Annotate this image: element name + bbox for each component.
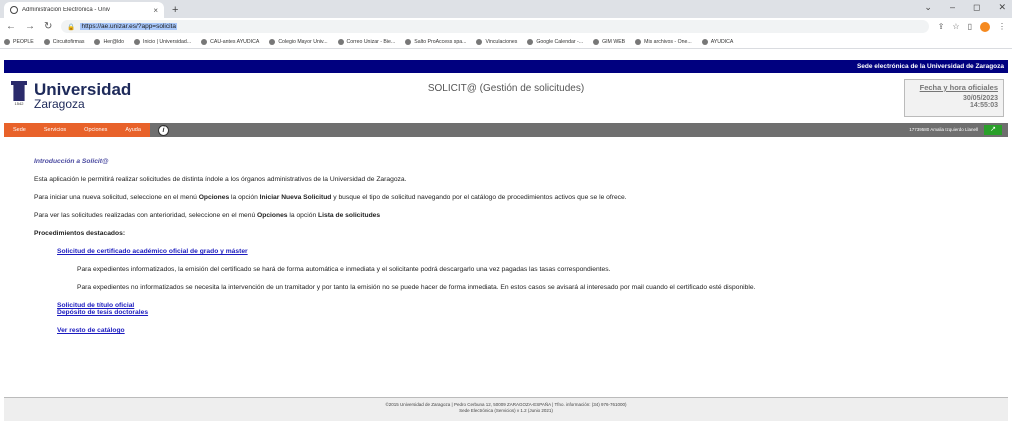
bookmarks-bar: PEOPLE Circuitofirmas Her@ldo Inicio | Univ… [0, 35, 1012, 49]
menu-ayuda[interactable]: Ayuda [116, 123, 150, 137]
app-title: SOLICIT@ (Gestión de solicitudes) [427, 83, 585, 94]
bookmark-item[interactable]: GIM WEB [593, 38, 626, 45]
site-footer: ©2015 Universidad de Zaragoza | Pedro Ce… [4, 397, 1008, 421]
bookmark-item[interactable]: Salto ProAccess spa... [405, 38, 467, 45]
date-label[interactable]: Fecha y hora oficiales [910, 83, 998, 92]
bookmark-label: Google Calendar -... [536, 38, 584, 45]
bookmark-item[interactable]: Her@ldo [94, 38, 125, 45]
forward-icon[interactable]: → [25, 21, 35, 32]
browser-tab[interactable]: Administración Electrónica - Univ × [4, 2, 164, 18]
bookmark-icon [476, 38, 483, 45]
official-date-box: Fecha y hora oficiales 30/05/2023 14:55:… [904, 79, 1004, 117]
certificate-desc-2: Para expedientes no informatizados se ne… [77, 284, 756, 291]
title-request-link[interactable]: Solicitud de título oficial [57, 302, 134, 309]
window-controls: ⌄ – ◻ ✕ [924, 2, 1006, 13]
tab-search-icon[interactable]: ⌄ [924, 2, 932, 13]
sede-banner: Sede electrónica de la Universidad de Za… [4, 60, 1008, 73]
back-icon[interactable]: ← [6, 21, 16, 32]
bookmark-item[interactable]: Circuitofirmas [43, 38, 85, 45]
bookmark-icon [94, 38, 101, 45]
logo-year: 1542 [14, 101, 24, 106]
bookmark-label: Inicio | Universidad... [143, 38, 192, 45]
bookmark-label: Correo Unizar - Bie... [346, 38, 396, 45]
certificate-desc-1: Para expedientes informatizados, la emis… [77, 266, 611, 273]
bookmark-label: AYUDICA [710, 38, 734, 45]
bookmark-item[interactable]: Vinculaciones [476, 38, 518, 45]
menu-bar: Sede Servicios Opciones Ayuda i 17739580… [4, 123, 1008, 137]
tab-close-icon[interactable]: × [153, 6, 158, 15]
site-favicon-icon [10, 6, 18, 14]
menu-opciones[interactable]: Opciones [75, 123, 117, 137]
intro-paragraph: Esta aplicación le permitirá realizar so… [34, 176, 407, 183]
maximize-icon[interactable]: ◻ [973, 2, 980, 13]
bookmark-item[interactable]: Google Calendar -... [527, 38, 584, 45]
bookmark-icon [337, 38, 344, 45]
browser-tab-strip: Administración Electrónica - Univ × + ⌄ … [0, 0, 1012, 18]
info-icon[interactable]: i [157, 124, 169, 136]
tab-title: Administración Electrónica - Univ [22, 7, 111, 13]
logo-city: Zaragoza [34, 97, 85, 111]
main-content: Introducción a Solicit@ Esta aplicación … [4, 137, 1008, 334]
site-header: 1542 Universidad Zaragoza SOLICIT@ (Gesti… [4, 73, 1008, 123]
bookmark-icon [701, 38, 708, 45]
bookmark-label: Her@ldo [103, 38, 125, 45]
bookmark-item[interactable]: Correo Unizar - Bie... [337, 38, 396, 45]
bookmark-icon [4, 38, 10, 45]
new-tab-button[interactable]: + [172, 2, 178, 18]
sidepanel-icon[interactable]: ▯ [968, 22, 972, 31]
logout-button[interactable]: ↗ [984, 125, 1002, 135]
bookmark-icon [201, 38, 208, 45]
star-icon[interactable]: ☆ [952, 22, 959, 31]
bookmark-item[interactable]: CAU-antes AYUDICA [201, 38, 260, 45]
bookmark-icon [405, 38, 412, 45]
official-date: 30/05/2023 [962, 95, 998, 102]
bookmark-item[interactable]: Colegio Mayor Univ... [269, 38, 328, 45]
minimize-icon[interactable]: – [950, 2, 955, 13]
bookmark-icon [527, 38, 534, 45]
share-icon[interactable]: ⇪ [938, 22, 945, 31]
profile-avatar[interactable] [980, 21, 990, 32]
menu-sede[interactable]: Sede [4, 123, 35, 137]
bookmark-label: Colegio Mayor Univ... [278, 38, 328, 45]
bookmark-label: Salto ProAccess spa... [414, 38, 467, 45]
bookmark-icon [43, 38, 50, 45]
certificate-link[interactable]: Solicitud de certificado académico ofici… [57, 248, 248, 255]
official-time: 14:55:03 [969, 102, 998, 109]
footer-version: Sede Electrónica (Servicios) v 1.2 (Juni… [459, 408, 553, 413]
bookmark-item[interactable]: Inicio | Universidad... [134, 38, 192, 45]
bookmark-item[interactable]: AYUDICA [701, 38, 734, 45]
bookmark-label: CAU-antes AYUDICA [210, 38, 260, 45]
page: Sede electrónica de la Universidad de Za… [0, 60, 1012, 334]
bookmark-label: Vinculaciones [485, 38, 518, 45]
intro-heading: Introducción a Solicit@ [34, 158, 109, 165]
bookmark-icon [635, 38, 642, 45]
bookmark-item[interactable]: Mis archivos - One... [635, 38, 692, 45]
menu-servicios[interactable]: Servicios [34, 123, 76, 137]
bookmark-label: PEOPLE [13, 38, 34, 45]
lock-icon: 🔒 [67, 23, 76, 31]
thesis-deposit-link[interactable]: Depósito de tesis doctorales [57, 309, 148, 316]
browser-toolbar: ← → ↻ 🔒 https://ae.unizar.es/?app=solici… [0, 18, 1012, 35]
close-window-icon[interactable]: ✕ [998, 2, 1006, 13]
bookmark-label: GIM WEB [602, 38, 626, 45]
user-name: 17739580 Amalia Izquierdo Llanell [909, 127, 978, 132]
reload-icon[interactable]: ↻ [44, 21, 52, 32]
list-paragraph: Para ver las solicitudes realizadas con … [34, 212, 381, 219]
bookmark-icon [134, 38, 141, 45]
bookmark-icon [593, 38, 600, 45]
featured-heading: Procedimientos destacados: [34, 230, 126, 237]
bookmark-item[interactable]: PEOPLE [4, 38, 34, 45]
menu-dots-icon[interactable]: ⋮ [998, 22, 1006, 31]
new-request-paragraph: Para iniciar una nueva solicitud, selecc… [34, 194, 627, 201]
bookmark-label: Circuitofirmas [52, 38, 85, 45]
address-bar[interactable]: 🔒 https://ae.unizar.es/?app=solicita [61, 20, 929, 33]
bookmark-icon [269, 38, 276, 45]
url-text[interactable]: https://ae.unizar.es/?app=solicita [80, 23, 177, 30]
bookmark-label: Mis archivos - One... [644, 38, 692, 45]
catalog-link[interactable]: Ver resto de catálogo [57, 327, 125, 334]
